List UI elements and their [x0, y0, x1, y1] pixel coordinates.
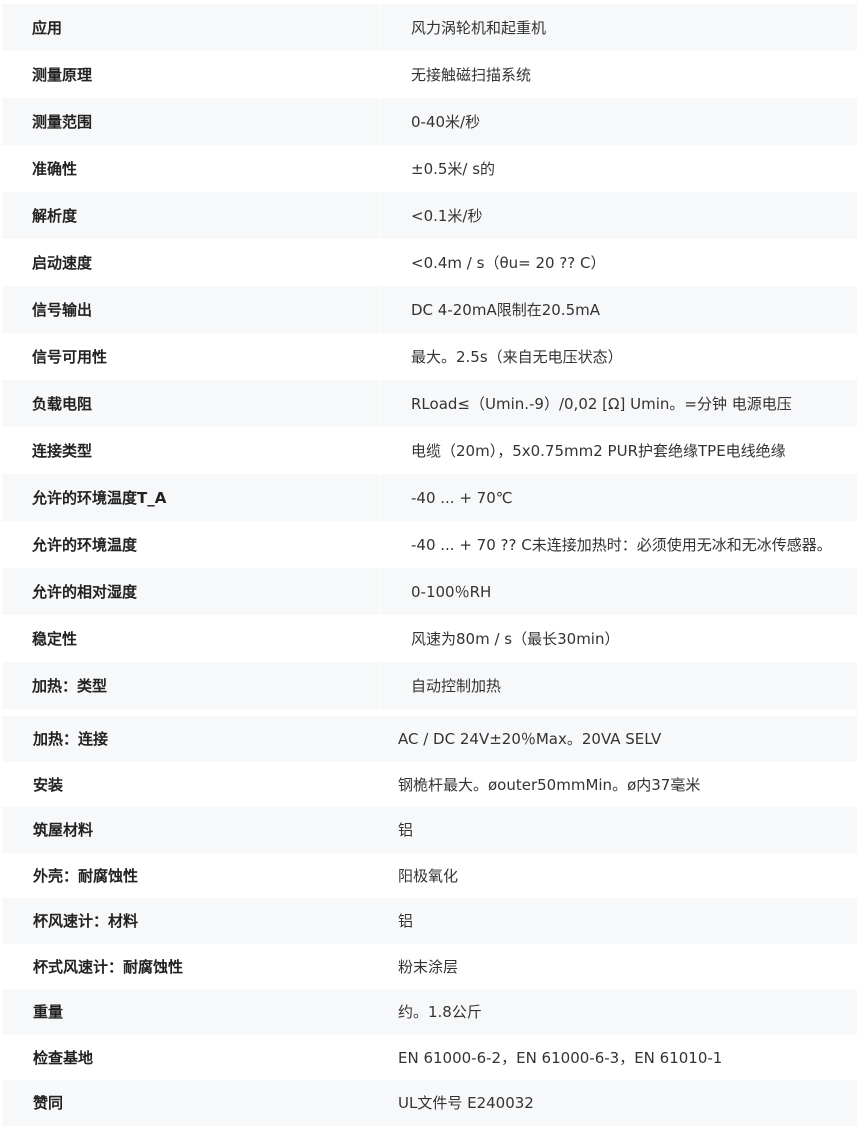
- table-row: 解析度 <0.1米/秒: [2, 192, 857, 239]
- row-label: 测量范围: [32, 113, 93, 131]
- row-value: ±0.5米/ s的: [380, 145, 857, 192]
- row-label: 外壳：耐腐蚀性: [33, 866, 139, 885]
- row-value: 风力涡轮机和起重机: [380, 4, 857, 51]
- table-row: 允许的相对湿度 0-100％RH: [2, 568, 857, 615]
- row-label: 筑屋材料: [33, 821, 94, 840]
- table-row: 信号输出 DC 4-20mA限制在20.5mA: [2, 286, 857, 333]
- table-row: 允许的环境温度 -40 ... + 70 ?? C未连接加热时：必须使用无冰和无…: [2, 521, 857, 568]
- spec-page: 应用 风力涡轮机和起重机 测量原理 无接触磁扫描系统 测量范围 0-40米/秒 …: [0, 0, 859, 1129]
- spec-table-main: 应用 风力涡轮机和起重机 测量原理 无接触磁扫描系统 测量范围 0-40米/秒 …: [2, 4, 857, 709]
- section-divider: [0, 709, 859, 716]
- table-row: 测量原理 无接触磁扫描系统: [2, 51, 857, 98]
- row-value: 最大。2.5s（来自无电压状态）: [380, 333, 857, 380]
- row-label: 安装: [33, 775, 64, 794]
- row-label: 杯风速计：材料: [33, 912, 139, 931]
- table-row: 加热：连接 AC / DC 24V±20％Max。20VA SELV: [2, 716, 857, 762]
- row-label: 解析度: [32, 207, 78, 225]
- row-label: 杯式风速计：耐腐蚀性: [33, 957, 184, 976]
- row-value: 自动控制加热: [380, 662, 857, 709]
- table-row: 杯风速计：材料 铝: [2, 898, 857, 944]
- row-label: 加热：连接: [33, 730, 109, 749]
- table-row: 安装 钢桅杆最大。øouter50mmMin。ø内37毫米: [2, 762, 857, 808]
- table-row: 负载电阻 RLoad≤（Umin.-9）/0,02 [Ω] Umin。=分钟 电…: [2, 380, 857, 427]
- row-value: 无接触磁扫描系统: [380, 51, 857, 98]
- row-value: 约。1.8公斤: [398, 1003, 482, 1022]
- table-row: 加热：类型 自动控制加热: [2, 662, 857, 709]
- row-value: 铝: [398, 912, 414, 931]
- row-value: EN 61000-6-2，EN 61000-6-3，EN 61010-1: [398, 1048, 723, 1067]
- row-value: 钢桅杆最大。øouter50mmMin。ø内37毫米: [398, 775, 701, 794]
- table-row: 筑屋材料 铝: [2, 807, 857, 853]
- table-row: 连接类型 电缆（20m），5x0.75mm2 PUR护套绝缘TPE电线绝缘: [2, 427, 857, 474]
- row-label: 允许的环境温度T_A: [32, 489, 167, 507]
- row-value: AC / DC 24V±20％Max。20VA SELV: [398, 730, 662, 749]
- row-label: 信号输出: [32, 301, 93, 319]
- row-value: 粉末涂层: [398, 957, 459, 976]
- table-row: 杯式风速计：耐腐蚀性 粉末涂层: [2, 944, 857, 990]
- row-value: 风速为80m / s（最长30min）: [380, 615, 857, 662]
- row-value: 0-40米/秒: [380, 98, 857, 145]
- table-row: 应用 风力涡轮机和起重机: [2, 4, 857, 51]
- row-label: 稳定性: [32, 630, 78, 648]
- table-row: 赞同 UL文件号 E240032: [2, 1080, 857, 1126]
- row-label: 检查基地: [33, 1048, 94, 1067]
- table-row: 外壳：耐腐蚀性 阳极氧化: [2, 853, 857, 899]
- row-value: 铝: [398, 821, 414, 840]
- row-value: <0.1米/秒: [380, 192, 857, 239]
- row-value: -40 ... + 70℃: [380, 474, 857, 521]
- table-row: 重量 约。1.8公斤: [2, 989, 857, 1035]
- row-value: 阳极氧化: [398, 866, 459, 885]
- row-label: 启动速度: [32, 254, 93, 272]
- spec-table-secondary: 加热：连接 AC / DC 24V±20％Max。20VA SELV 安装 钢桅…: [2, 716, 857, 1126]
- row-value: 0-100％RH: [380, 568, 857, 615]
- row-label: 应用: [32, 19, 63, 37]
- row-value: RLoad≤（Umin.-9）/0,02 [Ω] Umin。=分钟 电源电压: [380, 380, 857, 427]
- table-row: 允许的环境温度T_A -40 ... + 70℃: [2, 474, 857, 521]
- row-value: -40 ... + 70 ?? C未连接加热时：必须使用无冰和无冰传感器。: [380, 521, 857, 568]
- table-row: 检查基地 EN 61000-6-2，EN 61000-6-3，EN 61010-…: [2, 1035, 857, 1081]
- row-label: 连接类型: [32, 442, 93, 460]
- row-label: 重量: [33, 1003, 64, 1022]
- table-row: 启动速度 <0.4m / s（θu= 20 ?? C）: [2, 239, 857, 286]
- table-row: 准确性 ±0.5米/ s的: [2, 145, 857, 192]
- row-value: <0.4m / s（θu= 20 ?? C）: [380, 239, 857, 286]
- row-value: 电缆（20m），5x0.75mm2 PUR护套绝缘TPE电线绝缘: [380, 427, 857, 474]
- row-label: 准确性: [32, 160, 78, 178]
- row-label: 允许的相对湿度: [32, 583, 138, 601]
- table-row: 稳定性 风速为80m / s（最长30min）: [2, 615, 857, 662]
- row-label: 负载电阻: [32, 395, 93, 413]
- row-label: 信号可用性: [32, 348, 108, 366]
- row-label: 测量原理: [32, 66, 93, 84]
- row-label: 允许的环境温度: [32, 536, 138, 554]
- row-label: 赞同: [33, 1094, 64, 1113]
- row-label: 加热：类型: [32, 677, 108, 695]
- row-value: UL文件号 E240032: [398, 1094, 534, 1113]
- table-row: 测量范围 0-40米/秒: [2, 98, 857, 145]
- row-value: DC 4-20mA限制在20.5mA: [380, 286, 857, 333]
- table-row: 信号可用性 最大。2.5s（来自无电压状态）: [2, 333, 857, 380]
